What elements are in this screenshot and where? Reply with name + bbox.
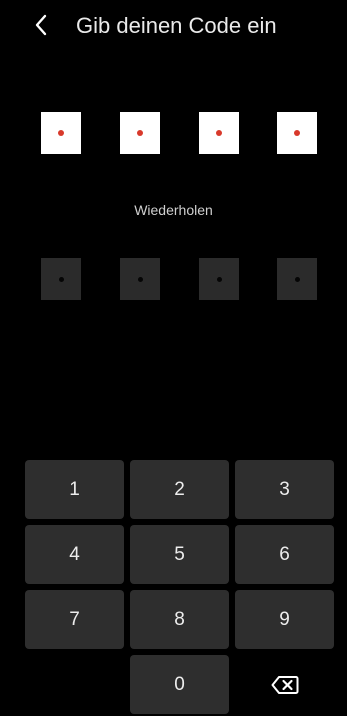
code-digit-1 bbox=[41, 112, 81, 154]
repeat-dot bbox=[137, 276, 143, 282]
key-2[interactable]: 2 bbox=[130, 460, 229, 519]
backspace-icon bbox=[271, 675, 298, 694]
page-title: Gib deinen Code ein bbox=[76, 13, 277, 38]
key-8[interactable]: 8 bbox=[130, 590, 229, 649]
back-button[interactable] bbox=[26, 10, 56, 40]
repeat-label: Wiederholen bbox=[134, 202, 213, 218]
key-empty bbox=[25, 655, 124, 714]
code-entry-row bbox=[41, 112, 319, 154]
code-digit-2 bbox=[120, 112, 160, 154]
key-7[interactable]: 7 bbox=[25, 590, 124, 649]
repeat-dot bbox=[294, 276, 300, 282]
key-5[interactable]: 5 bbox=[130, 525, 229, 584]
repeat-digit-3 bbox=[199, 258, 239, 300]
chevron-left-icon bbox=[35, 14, 47, 36]
delete-button[interactable] bbox=[235, 655, 334, 714]
repeat-digit-1 bbox=[41, 258, 81, 300]
key-0[interactable]: 0 bbox=[130, 655, 229, 714]
key-1[interactable]: 1 bbox=[25, 460, 124, 519]
code-digit-4 bbox=[277, 112, 317, 154]
key-3[interactable]: 3 bbox=[235, 460, 334, 519]
key-6[interactable]: 6 bbox=[235, 525, 334, 584]
numeric-keypad: 1 2 3 4 5 6 7 8 9 0 bbox=[25, 460, 335, 716]
repeat-digit-4 bbox=[277, 258, 317, 300]
repeat-dot bbox=[58, 276, 64, 282]
code-repeat-row bbox=[41, 258, 319, 300]
key-9[interactable]: 9 bbox=[235, 590, 334, 649]
code-digit-3 bbox=[199, 112, 239, 154]
code-dot bbox=[294, 130, 300, 136]
key-4[interactable]: 4 bbox=[25, 525, 124, 584]
repeat-digit-2 bbox=[120, 258, 160, 300]
code-dot bbox=[216, 130, 222, 136]
code-dot bbox=[58, 130, 64, 136]
repeat-dot bbox=[216, 276, 222, 282]
header: Gib deinen Code ein bbox=[0, 0, 347, 52]
code-dot bbox=[137, 130, 143, 136]
